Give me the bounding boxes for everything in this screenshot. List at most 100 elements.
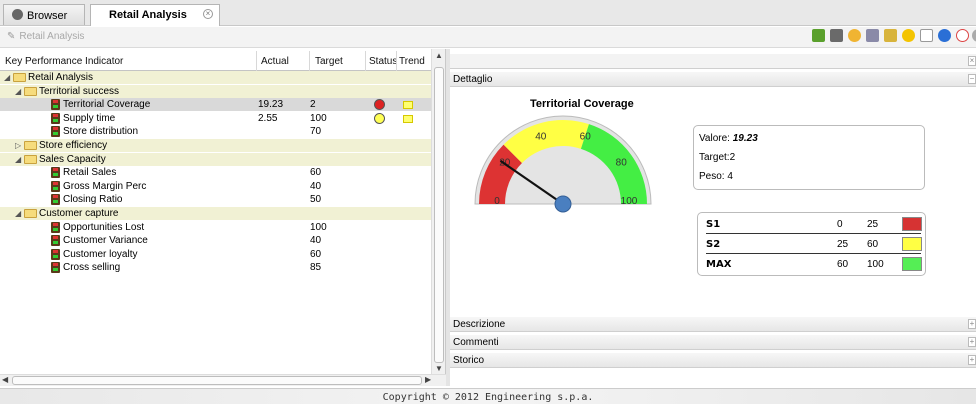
refresh-icon[interactable] [812,29,825,42]
panel-storico[interactable]: Storico + [450,353,976,368]
footer: Copyright © 2012 Engineering s.p.a. [0,388,976,404]
tree-kpi-row[interactable]: Customer Variance 40 [0,234,431,247]
row-label: Closing Ratio [63,194,123,206]
expand-icon[interactable]: + [968,355,976,365]
legend-name: MAX [706,259,732,270]
document-icon[interactable] [920,29,933,42]
tree-kpi-row[interactable]: Territorial Coverage 19.23 2 [0,98,431,112]
tree-kpi-row[interactable]: Cross selling 85 [0,261,431,274]
row-label: Supply time [63,112,116,124]
gauge-hub [554,195,572,213]
panel-descrizione-label: Descrizione [453,319,506,330]
close-panel-icon[interactable]: × [968,56,976,66]
collapse-icon[interactable]: − [968,74,976,84]
target-cell: 60 [310,167,322,179]
kpi-icon [51,221,60,233]
status-indicator-icon [374,99,385,111]
header-trend[interactable]: Trend [399,56,425,67]
tab-browser[interactable]: Browser [3,4,85,25]
copyright-text: Copyright © 2012 Engineering s.p.a. [382,392,594,403]
tree-kpi-row[interactable]: Retail Sales 60 [0,166,431,179]
kpi-icon [51,99,60,111]
tree-kpi-row[interactable]: Supply time 2.55 100 [0,112,431,125]
tree-kpi-row[interactable]: Store distribution 70 [0,125,431,138]
tab-retail-analysis[interactable]: Retail Analysis × [90,4,220,26]
parameters-icon[interactable] [830,29,843,42]
row-label: Retail Sales [63,167,117,179]
target-cell: 40 [310,235,322,247]
row-label: Customer Variance [63,235,148,247]
vertical-scrollbar[interactable]: ▲ ▼ [431,49,445,374]
row-label: Sales Capacity [39,153,106,165]
folder-icon [24,209,37,218]
tree-kpi-row[interactable]: Opportunities Lost 100 [0,221,431,234]
peso-row: Peso: 4 [699,171,733,182]
pencil-icon: ✎ [7,31,16,42]
gauge-tick-label: 80 [616,158,628,169]
legend-color [902,237,922,251]
row-label: Cross selling [63,262,121,274]
tree-group-row[interactable]: ◢ Territorial success [0,84,431,98]
tree-kpi-row[interactable]: Gross Margin Perc 40 [0,180,431,193]
legend-to: 100 [867,259,884,270]
expand-arrow-icon[interactable]: ▷ [15,139,21,152]
collapse-arrow-icon[interactable]: ◢ [15,153,21,166]
gauge-title: Territorial Coverage [530,98,634,110]
hand-icon[interactable] [848,29,861,42]
target-cell: 50 [310,194,322,206]
target-cell: 100 [310,112,327,124]
print-icon[interactable] [866,29,879,42]
collapse-arrow-icon[interactable]: ◢ [4,71,10,84]
folder-icon [24,86,37,96]
tree-group-row[interactable]: ◢ Sales Capacity [0,152,431,166]
collapse-arrow-icon[interactable]: ◢ [15,207,21,220]
help-icon[interactable] [956,29,969,42]
tree-group-row[interactable]: ◢ Retail Analysis [0,71,431,84]
row-label: Store efficiency [39,140,108,151]
target-cell: 40 [310,180,322,192]
folder-icon [24,141,37,150]
tree-kpi-row[interactable]: Closing Ratio 50 [0,193,431,206]
target-cell: 2 [310,99,316,111]
legend-color [902,217,922,231]
panel-storico-label: Storico [453,355,485,366]
row-label: Opportunities Lost [63,221,145,233]
panel-dettaglio-label: Dettaglio [453,74,493,85]
export-icon[interactable] [884,29,897,42]
threshold-legend: S1 0 25 S2 25 60 MAX 60 100 [697,212,926,276]
target-cell: 60 [310,248,322,260]
panel-commenti[interactable]: Commenti + [450,335,976,350]
legend-from: 60 [837,259,849,270]
kpi-table-header: Key Performance Indicator Actual Target … [0,51,431,71]
legend-row: MAX 60 100 [706,255,922,274]
more-icon[interactable] [972,29,976,42]
panel-descrizione[interactable]: Descrizione + [450,317,976,332]
expand-icon[interactable]: + [968,337,976,347]
expand-icon[interactable]: + [968,319,976,329]
target-cell: 85 [310,262,322,274]
row-label: Store distribution [63,126,139,138]
header-actual[interactable]: Actual [261,56,289,67]
tree-group-row[interactable]: ▷ Store efficiency [0,139,431,152]
tree-group-row[interactable]: ◢ Customer capture [0,207,431,220]
legend-from: 25 [837,239,849,250]
row-label: Territorial Coverage [63,99,151,111]
header-status[interactable]: Status [369,56,397,67]
legend-name: S2 [706,239,721,250]
horizontal-scrollbar[interactable]: ◀ ▶ [0,374,446,386]
legend-color [902,257,922,271]
collapse-arrow-icon[interactable]: ◢ [15,85,21,98]
header-kpi[interactable]: Key Performance Indicator [5,56,123,67]
header-target[interactable]: Target [315,56,343,67]
target-row: Target:2 [699,152,735,163]
tree-kpi-row[interactable]: Customer loyalty 60 [0,248,431,261]
detail-panel: × Dettaglio− Territorial Coverage 020406… [450,49,976,386]
panel-dettaglio[interactable]: Dettaglio − [450,72,976,87]
status-indicator-icon [374,112,385,124]
legend-name: S1 [706,219,721,230]
target-label: Target: [699,152,730,163]
favorite-icon[interactable] [902,29,915,42]
close-tab-icon[interactable]: × [203,9,213,19]
info-icon[interactable] [938,29,951,42]
kpi-tree-panel: Key Performance Indicator Actual Target … [0,49,446,386]
